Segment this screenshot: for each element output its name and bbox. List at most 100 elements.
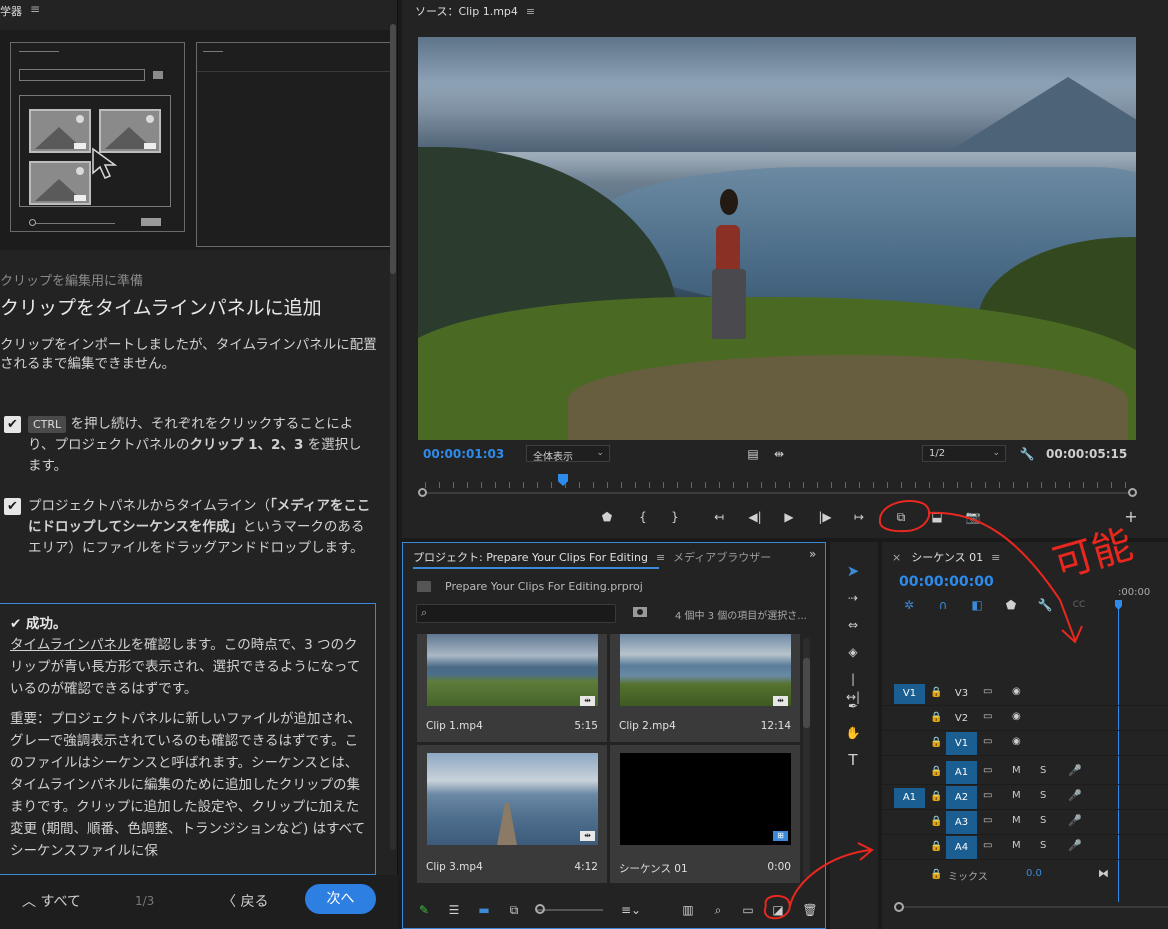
thumbnail-size-slider[interactable] [537,909,603,911]
add-marker-icon[interactable]: ⬟ [1002,596,1020,614]
sequence-01-item[interactable]: ⊞ シーケンス 01 0:00 [610,745,800,883]
check-icon[interactable]: ✔ [4,416,21,433]
track-target[interactable]: V2 [946,707,977,730]
sync-lock-icon[interactable]: ▭ [983,711,992,722]
track-toggle[interactable]: ◉ [1012,711,1021,722]
tab-media-browser[interactable]: メディアブラウザー [673,549,771,565]
solo-button[interactable]: S [1040,840,1046,851]
sync-lock-icon[interactable]: ▭ [983,790,992,801]
tab-project[interactable]: プロジェクト: Prepare Your Clips For Editing ≡ [413,549,665,565]
camera-icon[interactable]: 📷 [964,508,982,526]
lock-icon[interactable]: 🔒 [930,766,942,777]
zoom-handle-right[interactable] [1128,488,1137,497]
ripple-edit-tool-icon[interactable]: ⇔ [844,616,862,634]
sequence-tab[interactable]: シーケンス 01 [911,551,983,564]
lock-icon[interactable]: 🔒 [930,869,942,880]
razor-tool-icon[interactable]: ◈ [844,643,862,661]
freeform-view-icon[interactable]: ⧉ [505,901,523,919]
source-patch[interactable]: V1 [894,684,925,704]
timeline-scrollbar[interactable] [894,900,1168,914]
slider-handle[interactable] [535,904,545,914]
settings-page-icon[interactable]: ▤ [744,445,762,463]
check-icon[interactable]: ✔ [4,498,21,515]
track-toggle[interactable]: ◉ [1012,736,1021,747]
timeline-panel-link[interactable]: タイムラインパネル [10,637,131,653]
track-target[interactable]: A1 [946,761,977,784]
zoom-select[interactable]: 全体表示 ⌄ [526,445,610,463]
timeline-timecode[interactable]: 00:00:00:00 [899,574,994,590]
lock-icon[interactable]: 🔒 [930,737,942,748]
trash-icon[interactable]: 🗑 [801,901,819,919]
new-bin-icon[interactable]: ▭ [739,901,757,919]
source-time-ruler[interactable] [418,474,1138,504]
lock-icon[interactable]: 🔒 [930,841,942,852]
wrench-icon[interactable]: 🔧 [1018,445,1036,463]
pen-tool-icon[interactable]: ✒ [844,697,862,715]
solo-button[interactable]: S [1040,815,1046,826]
find-icon[interactable]: ⌕ [709,901,727,919]
type-tool-icon[interactable]: T [844,751,862,769]
sync-lock-icon[interactable]: ▭ [983,840,992,851]
snap-magnet-icon[interactable]: ∩ [934,596,952,614]
track-toggle[interactable]: M [1012,765,1021,776]
add-button-icon[interactable]: + [1122,508,1140,526]
track-target[interactable]: V1 [946,732,977,755]
project-scrollbar[interactable] [803,638,810,878]
sync-lock-icon[interactable]: ▭ [983,686,992,697]
icon-view-icon[interactable]: ▬ [475,901,493,919]
list-view-icon[interactable]: ☰ [445,901,463,919]
solo-button[interactable]: S [1040,765,1046,776]
panel-menu-icon[interactable]: ≡ [30,2,40,16]
lock-icon[interactable]: 🔒 [930,816,942,827]
panel-menu-icon[interactable]: ≡ [526,5,535,18]
step-back-icon[interactable]: ◀| [746,508,764,526]
slip-tool-icon[interactable]: |↔| [844,670,862,704]
mic-icon[interactable]: 🎤 [1068,814,1082,827]
step-forward-icon[interactable]: |▶ [816,508,834,526]
nest-icon[interactable]: ✲ [900,596,918,614]
track-toggle[interactable]: M [1012,790,1021,801]
new-search-bin-icon[interactable] [633,605,647,617]
add-marker-icon[interactable]: ⬟ [598,508,616,526]
go-to-in-icon[interactable]: ↤ [710,508,728,526]
solo-button[interactable]: S [1040,790,1046,801]
go-to-out-icon[interactable]: ↦ [850,508,868,526]
track-toggle[interactable]: M [1012,840,1021,851]
end-icon[interactable]: ⧓ [1098,867,1109,880]
sync-lock-icon[interactable]: ▭ [983,765,992,776]
pencil-icon[interactable]: ✎ [415,901,433,919]
all-lessons-button[interactable]: ︿ すべて [22,891,81,911]
zoom-handle-left[interactable] [418,488,427,497]
mark-in-icon[interactable]: { [634,508,652,526]
track-select-tool-icon[interactable]: ⇢ [844,589,862,607]
mic-icon[interactable]: 🎤 [1068,789,1082,802]
clip-2-item[interactable]: ⇹ Clip 2.mp4 12:14 [610,634,800,742]
overwrite-icon[interactable]: ⬓ [928,508,946,526]
sync-lock-icon[interactable]: ▭ [983,815,992,826]
new-item-icon[interactable]: ◪ [769,901,787,919]
zoom-handle[interactable] [894,902,904,912]
track-target[interactable]: V3 [946,682,977,705]
panel-menu-icon[interactable]: ≡ [991,551,1000,564]
source-title[interactable]: ソース：Clip 1.mp4 [415,5,518,18]
mark-out-icon[interactable]: } [666,508,684,526]
wrench-icon[interactable]: 🔧 [1036,596,1054,614]
track-target[interactable]: A4 [946,836,977,859]
mic-icon[interactable]: 🎤 [1068,839,1082,852]
mic-icon[interactable]: 🎤 [1068,764,1082,777]
project-search-input[interactable]: ⌕ [416,604,616,623]
linked-selection-icon[interactable]: ◧ [968,596,986,614]
automate-to-sequence-icon[interactable]: ▥ [679,901,697,919]
next-button[interactable]: 次へ [305,884,376,914]
source-patch[interactable]: A1 [894,788,925,808]
panel-menu-icon[interactable]: ≡ [656,551,665,564]
sort-icon[interactable]: ≡⌄ [621,901,641,919]
more-panels-icon[interactable]: » [809,547,816,561]
playhead-timecode[interactable]: 00:00:01:03 [423,447,504,461]
lock-icon[interactable]: 🔒 [930,791,942,802]
play-icon[interactable]: ▶ [780,508,798,526]
selection-tool-icon[interactable]: ➤ [844,562,862,580]
sync-lock-icon[interactable]: ▭ [983,736,992,747]
track-target[interactable]: A2 [946,786,977,809]
lock-icon[interactable]: 🔒 [930,687,942,698]
